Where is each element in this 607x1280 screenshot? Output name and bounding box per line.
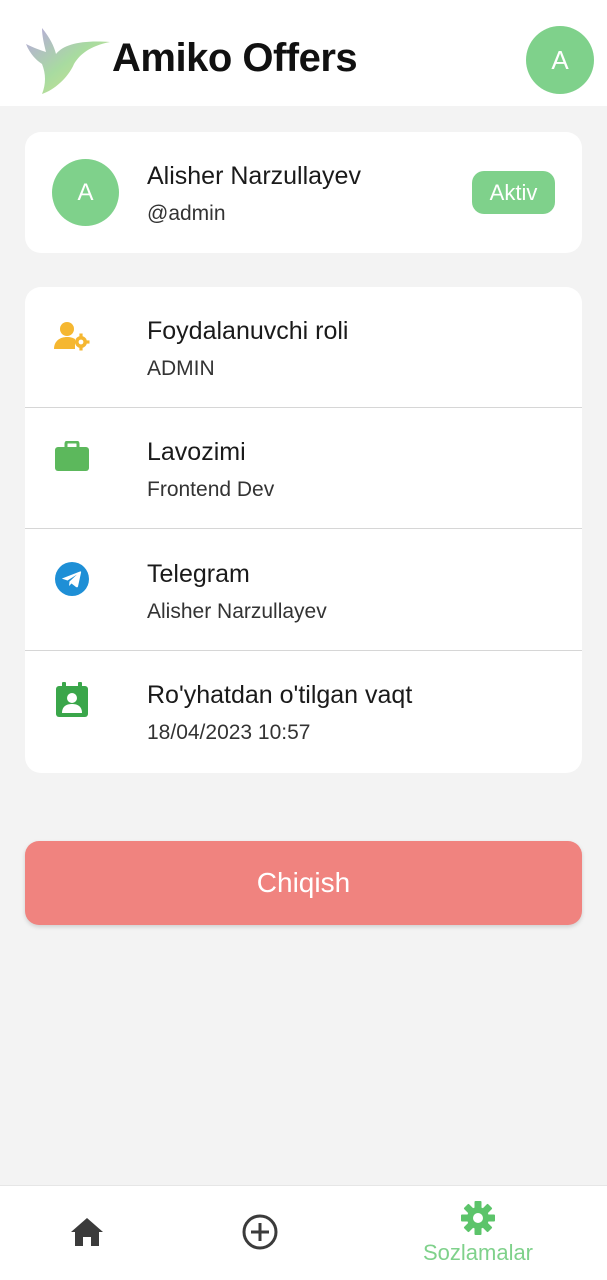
app-title: Amiko Offers [112, 36, 358, 80]
info-value: Alisher Narzullayev [147, 600, 327, 623]
hummingbird-logo [26, 28, 110, 94]
info-card: Foydalanuvchi roli ADMIN Lavozimi Fronte… [25, 287, 582, 773]
header-avatar[interactable]: A [526, 26, 594, 94]
nav-settings-label: Sozlamalar [422, 1240, 534, 1265]
info-label: Ro'yhatdan o'tilgan vaqt [147, 681, 413, 709]
info-value: 18/04/2023 10:57 [147, 721, 311, 744]
info-row-position: Lavozimi Frontend Dev [25, 408, 582, 529]
info-value: ADMIN [147, 357, 215, 380]
contact-calendar-icon [53, 681, 91, 719]
gear-icon [461, 1201, 495, 1235]
status-badge: Aktiv [472, 171, 555, 214]
profile-name: Alisher Narzullayev [147, 162, 361, 190]
info-label: Foydalanuvchi roli [147, 317, 349, 345]
home-icon[interactable] [67, 1212, 107, 1252]
info-label: Lavozimi [147, 438, 246, 466]
user-gear-icon [53, 317, 91, 355]
briefcase-icon [53, 438, 91, 476]
info-row-role: Foydalanuvchi roli ADMIN [25, 287, 582, 408]
info-label: Telegram [147, 560, 250, 588]
add-circle-icon[interactable] [240, 1212, 280, 1252]
profile-username: @admin [147, 202, 226, 225]
profile-avatar: A [52, 159, 119, 226]
nav-settings[interactable]: Sozlamalar [400, 1200, 556, 1270]
telegram-icon [53, 560, 91, 598]
logout-button[interactable]: Chiqish [25, 841, 582, 925]
info-row-registered: Ro'yhatdan o'tilgan vaqt 18/04/2023 10:5… [25, 651, 582, 772]
info-row-telegram: Telegram Alisher Narzullayev [25, 530, 582, 651]
bottom-nav: Sozlamalar [0, 1185, 607, 1280]
info-value: Frontend Dev [147, 478, 275, 501]
app-header: Amiko Offers A [0, 0, 607, 106]
profile-card: A Alisher Narzullayev @admin Aktiv [25, 132, 582, 253]
